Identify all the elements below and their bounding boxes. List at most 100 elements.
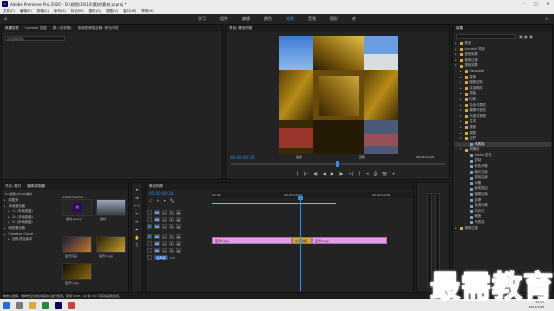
- track-target-toggle[interactable]: [147, 241, 152, 246]
- tab-audio-clip-mixer[interactable]: 音频剪辑混合器: 夜光闪亮: [78, 25, 119, 32]
- chevron-down-icon[interactable]: ▾: [460, 147, 463, 153]
- work-area-bar[interactable]: [212, 203, 336, 204]
- track-name[interactable]: V3: [154, 210, 160, 215]
- close-icon[interactable]: ✕: [542, 0, 554, 8]
- program-timecode[interactable]: 00:00:04:24: [230, 155, 254, 160]
- tab-effect-controls[interactable]: 效果控件: [5, 25, 19, 32]
- chevron-down-icon[interactable]: ▾: [460, 136, 463, 142]
- track-target-toggle[interactable]: [147, 234, 152, 239]
- track-target-toggle[interactable]: [147, 255, 152, 260]
- track-select-tool-icon[interactable]: ⇉: [135, 195, 138, 200]
- insert-icon[interactable]: ⇥: [366, 171, 369, 176]
- image-thumb-5[interactable]: [62, 263, 92, 280]
- ripple-edit-tool-icon[interactable]: ⟷: [134, 203, 140, 208]
- sync-icon[interactable]: ⇅: [169, 224, 174, 229]
- play-icon[interactable]: ▶: [331, 171, 334, 176]
- razor-tool-icon[interactable]: ✂: [135, 211, 138, 216]
- tab-effects[interactable]: 效果: [456, 25, 463, 32]
- tab-media-browser[interactable]: 媒体浏览器: [27, 183, 45, 190]
- eye-icon[interactable]: ◉: [176, 217, 181, 222]
- workspace-editing[interactable]: 编辑: [242, 14, 250, 24]
- fit-dropdown[interactable]: 适合: [296, 155, 302, 159]
- chevron-down-icon[interactable]: ▾: [455, 63, 458, 69]
- search-icon[interactable]: ⌕: [545, 14, 548, 24]
- lock-icon[interactable]: ⊡: [162, 224, 167, 229]
- effects-tree-item[interactable]: ▸ 视频过渡: [455, 226, 551, 232]
- program-scrub-bar[interactable]: [230, 161, 445, 167]
- slip-tool-icon[interactable]: ↔: [135, 219, 138, 224]
- play-reverse-icon[interactable]: ◀: [323, 171, 326, 176]
- workspace-libraries[interactable]: 库: [352, 14, 356, 24]
- chevron-right-icon[interactable]: ▸: [455, 226, 458, 232]
- program-playhead[interactable]: [336, 161, 339, 167]
- minimize-icon[interactable]: –: [518, 0, 530, 8]
- program-video-frame[interactable]: [279, 36, 398, 154]
- lock-icon[interactable]: ⊡: [162, 217, 167, 222]
- pen-tool-icon[interactable]: ✒: [135, 227, 138, 232]
- lock-icon[interactable]: ⊡: [162, 234, 167, 239]
- add-button-icon[interactable]: +: [392, 171, 395, 176]
- lock-icon[interactable]: ⊡: [162, 248, 167, 253]
- lock-icon[interactable]: ⊡: [162, 210, 167, 215]
- sync-icon[interactable]: ⇅: [169, 210, 174, 215]
- workspace-assembly[interactable]: 组件: [220, 14, 228, 24]
- quality-dropdown[interactable]: 完整: [359, 155, 365, 159]
- master-volume-value[interactable]: 0.0: [170, 256, 175, 260]
- sync-icon[interactable]: ⇅: [169, 217, 174, 222]
- file-explorer-icon[interactable]: [29, 301, 36, 309]
- workspace-audio[interactable]: 音频: [308, 14, 316, 24]
- workspace-learning[interactable]: 学习: [198, 14, 206, 24]
- overwrite-icon[interactable]: ⎙: [374, 171, 377, 176]
- track-name[interactable]: A3: [154, 248, 160, 253]
- selection-tool-icon[interactable]: ➤: [135, 187, 138, 192]
- workspace-graphics[interactable]: 图形: [330, 14, 338, 24]
- go-to-in-icon[interactable]: |←: [304, 171, 309, 176]
- tab-source[interactable]: 源: (无剪辑): [53, 25, 72, 32]
- hand-tool-icon[interactable]: ✋: [135, 235, 140, 240]
- sync-icon[interactable]: ⇅: [169, 241, 174, 246]
- clip-night-3[interactable]: 夜景3.jpg: [212, 237, 292, 244]
- track-name[interactable]: V2: [154, 217, 160, 222]
- chevron-right-icon[interactable]: ▸: [4, 204, 7, 210]
- maximize-icon[interactable]: □: [530, 0, 542, 8]
- browser-icon[interactable]: [42, 301, 49, 309]
- linked-selection-icon[interactable]: ⚭: [156, 198, 159, 203]
- folder-thumb[interactable]: [96, 199, 126, 216]
- tab-lumetri-scopes[interactable]: Lumetri 范围: [25, 25, 47, 32]
- track-target-toggle[interactable]: [147, 248, 152, 253]
- track-name[interactable]: A1: [154, 234, 160, 239]
- timeline-timecode[interactable]: 00:00:04:24: [149, 191, 173, 196]
- sequence-thumb[interactable]: [62, 236, 92, 253]
- workspace-color[interactable]: 颜色: [264, 14, 272, 24]
- project-item-thumb[interactable]: Pr: [62, 199, 92, 216]
- chevron-right-icon[interactable]: ▸: [4, 232, 7, 238]
- step-forward-icon[interactable]: |▶: [339, 171, 343, 176]
- tab-project[interactable]: 项目: 素材: [5, 183, 21, 190]
- sync-icon[interactable]: ⇅: [169, 248, 174, 253]
- search-taskbar-icon[interactable]: [16, 301, 23, 309]
- drive-tree-item[interactable]: ▸ 团队项目版本: [4, 237, 56, 243]
- timeline-playhead[interactable]: [300, 197, 301, 291]
- lock-icon[interactable]: ⊡: [162, 241, 167, 246]
- sync-icon[interactable]: ⇅: [169, 234, 174, 239]
- snap-icon[interactable]: ⊂: [149, 198, 152, 203]
- track-name[interactable]: A2: [154, 241, 160, 246]
- playhead-handle[interactable]: [298, 196, 303, 200]
- track-target-toggle[interactable]: [147, 224, 152, 229]
- windows-start-icon[interactable]: [3, 301, 10, 309]
- image-thumb-3[interactable]: [96, 236, 126, 253]
- track-name[interactable]: V1: [154, 224, 160, 229]
- type-tool-icon[interactable]: T: [136, 243, 138, 248]
- eye-icon[interactable]: ◉: [176, 210, 181, 215]
- settings-icon[interactable]: 🔧: [170, 198, 175, 203]
- eye-icon[interactable]: ◉: [176, 248, 181, 253]
- go-to-out-icon[interactable]: →|: [348, 171, 353, 176]
- clip-night-5[interactable]: 夜景5.jpg: [312, 237, 387, 244]
- track-name[interactable]: 主声道: [154, 255, 168, 260]
- effects-search-input[interactable]: [456, 34, 516, 39]
- track-target-toggle[interactable]: [147, 210, 152, 215]
- effects-filter-icons[interactable]: ▣ ▣ ▣: [519, 34, 533, 39]
- workspace-effects[interactable]: 效果: [286, 14, 294, 24]
- home-icon[interactable]: ⌂: [4, 14, 7, 24]
- export-frame-icon[interactable]: 📷: [382, 171, 387, 176]
